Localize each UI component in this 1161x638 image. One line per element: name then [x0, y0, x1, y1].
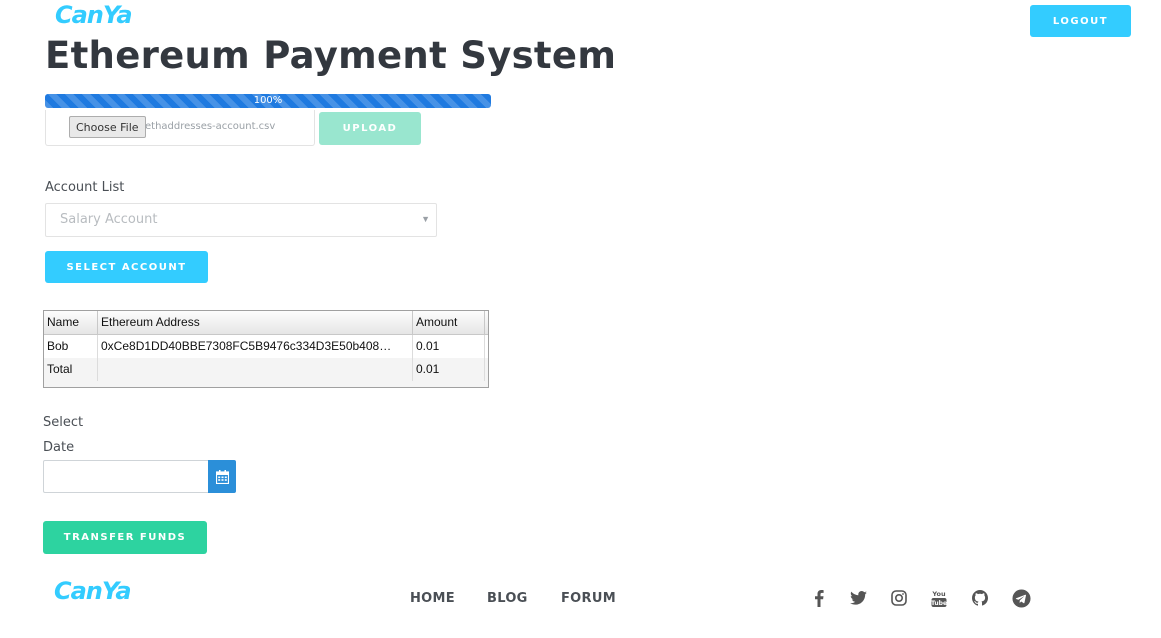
column-header-amount[interactable]: Amount	[413, 311, 485, 334]
upload-button[interactable]: UPLOAD	[319, 112, 421, 145]
footer-nav-forum[interactable]: FORUM	[561, 591, 616, 606]
select-account-button[interactable]: SELECT ACCOUNT	[45, 251, 208, 283]
date-label-line1: Select	[43, 415, 84, 430]
footer-canya-logo[interactable]: CanYa	[54, 577, 132, 605]
payments-grid: Name Ethereum Address Amount Bob 0xCe8D1…	[43, 310, 489, 388]
canya-logo[interactable]: CanYa	[55, 1, 133, 29]
twitter-icon[interactable]	[847, 587, 869, 609]
logout-button[interactable]: LOGOUT	[1030, 5, 1131, 37]
telegram-icon[interactable]	[1010, 587, 1032, 609]
cell-name: Bob	[44, 335, 98, 358]
cell-address: 0xCe8D1DD40BBE7308FC5B9476c334D3E50b408…	[98, 335, 413, 358]
cell-amount: 0.01	[413, 335, 485, 358]
account-list-label: Account List	[45, 180, 125, 195]
cell-total-address	[98, 358, 413, 381]
choose-file-button[interactable]: Choose File	[69, 116, 146, 138]
caret-down-icon: ▼	[421, 214, 430, 224]
calendar-button[interactable]	[208, 460, 236, 493]
date-label-line2: Date	[43, 440, 75, 455]
footer-nav-blog[interactable]: BLOG	[487, 591, 528, 606]
file-name: ethaddresses-account.csv	[145, 121, 276, 132]
page-title: Ethereum Payment System	[45, 34, 617, 77]
instagram-icon[interactable]	[888, 587, 910, 609]
cell-total-amount: 0.01	[413, 358, 485, 381]
column-header-address[interactable]: Ethereum Address	[98, 311, 413, 334]
footer-nav-home[interactable]: HOME	[410, 591, 455, 606]
transfer-funds-button[interactable]: TRANSFER FUNDS	[43, 521, 207, 554]
account-select[interactable]: Salary Account ▼	[45, 203, 437, 237]
column-header-name[interactable]: Name	[44, 311, 98, 334]
calendar-icon	[215, 469, 229, 484]
date-input[interactable]	[43, 460, 209, 493]
youtube-icon[interactable]: You Tube	[928, 587, 950, 609]
account-select-value: Salary Account	[60, 212, 158, 227]
file-input[interactable]: Choose File ethaddresses-account.csv	[45, 110, 315, 146]
upload-progress-bar: 100%	[45, 94, 491, 108]
progress-label: 100%	[253, 95, 283, 106]
github-icon[interactable]	[969, 587, 991, 609]
table-total-row: Total 0.01	[44, 358, 488, 381]
svg-text:Tube: Tube	[931, 600, 947, 607]
facebook-icon[interactable]	[808, 587, 830, 609]
table-row[interactable]: Bob 0xCe8D1DD40BBE7308FC5B9476c334D3E50b…	[44, 335, 488, 358]
grid-header-row: Name Ethereum Address Amount	[44, 311, 488, 335]
cell-total-label: Total	[44, 358, 98, 381]
svg-text:You: You	[931, 590, 946, 598]
